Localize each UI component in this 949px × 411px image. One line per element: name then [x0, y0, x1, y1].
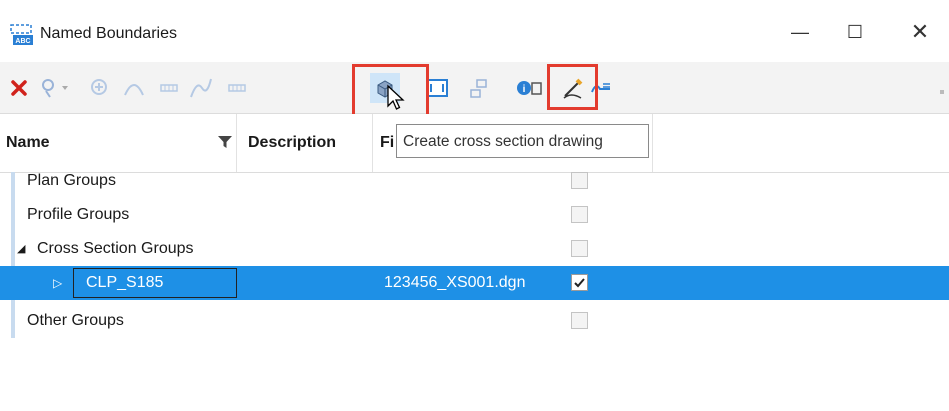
tree-row-plan-groups[interactable]: Plan Groups: [0, 164, 949, 198]
collapse-arrow-icon[interactable]: ◢: [17, 232, 25, 266]
row-checkbox[interactable]: [571, 172, 588, 189]
row-checkbox-checked[interactable]: [571, 274, 588, 291]
arc-icon[interactable]: [121, 75, 147, 101]
properties-icon[interactable]: i: [514, 75, 544, 101]
named-boundaries-app-icon: ABC: [10, 24, 33, 45]
minimize-button[interactable]: —: [778, 16, 822, 48]
curve-icon[interactable]: [188, 75, 214, 101]
row-label: Plan Groups: [27, 172, 116, 189]
maximize-button[interactable]: ☐: [833, 16, 877, 48]
tooltip: Create cross section drawing: [396, 124, 649, 158]
filter-icon[interactable]: [218, 135, 232, 153]
check-icon: [574, 278, 585, 288]
svg-text:ABC: ABC: [15, 38, 30, 45]
toolbar: i: [0, 62, 949, 114]
row-label: Profile Groups: [27, 206, 130, 223]
row-label: Cross Section Groups: [37, 240, 194, 257]
row-checkbox[interactable]: [571, 206, 588, 223]
expand-arrow-icon[interactable]: ▷: [53, 266, 62, 300]
row-checkbox[interactable]: [571, 312, 588, 329]
highlight-box-draw-pen: [547, 64, 598, 110]
close-button[interactable]: ✕: [898, 16, 942, 48]
tree-row-clp-s185[interactable]: ▷ CLP_S185 123456_XS001.dgn: [0, 266, 949, 300]
delete-icon[interactable]: [6, 75, 32, 101]
row-checkbox[interactable]: [571, 240, 588, 257]
mouse-cursor-icon: [387, 84, 405, 110]
add-civil-icon[interactable]: [87, 75, 113, 101]
svg-text:i: i: [523, 84, 526, 95]
tree-row-cross-section-groups[interactable]: ◢ Cross Section Groups: [0, 232, 949, 266]
place-named-boundary-icon[interactable]: [38, 75, 72, 101]
row-file: 123456_XS001.dgn: [384, 274, 526, 291]
hierarchy-icon[interactable]: [466, 75, 492, 101]
tree-row-other-groups[interactable]: Other Groups: [0, 304, 949, 338]
toolbar-overflow-grip[interactable]: [940, 90, 944, 94]
grid2-icon[interactable]: [224, 75, 250, 101]
tree-row-profile-groups[interactable]: Profile Groups: [0, 198, 949, 232]
window-title: Named Boundaries: [40, 25, 177, 42]
grid-icon[interactable]: [156, 75, 182, 101]
row-label: CLP_S185: [86, 274, 164, 291]
title-bar: ABC Named Boundaries — ☐ ✕: [0, 0, 949, 62]
row-label: Other Groups: [27, 312, 124, 329]
